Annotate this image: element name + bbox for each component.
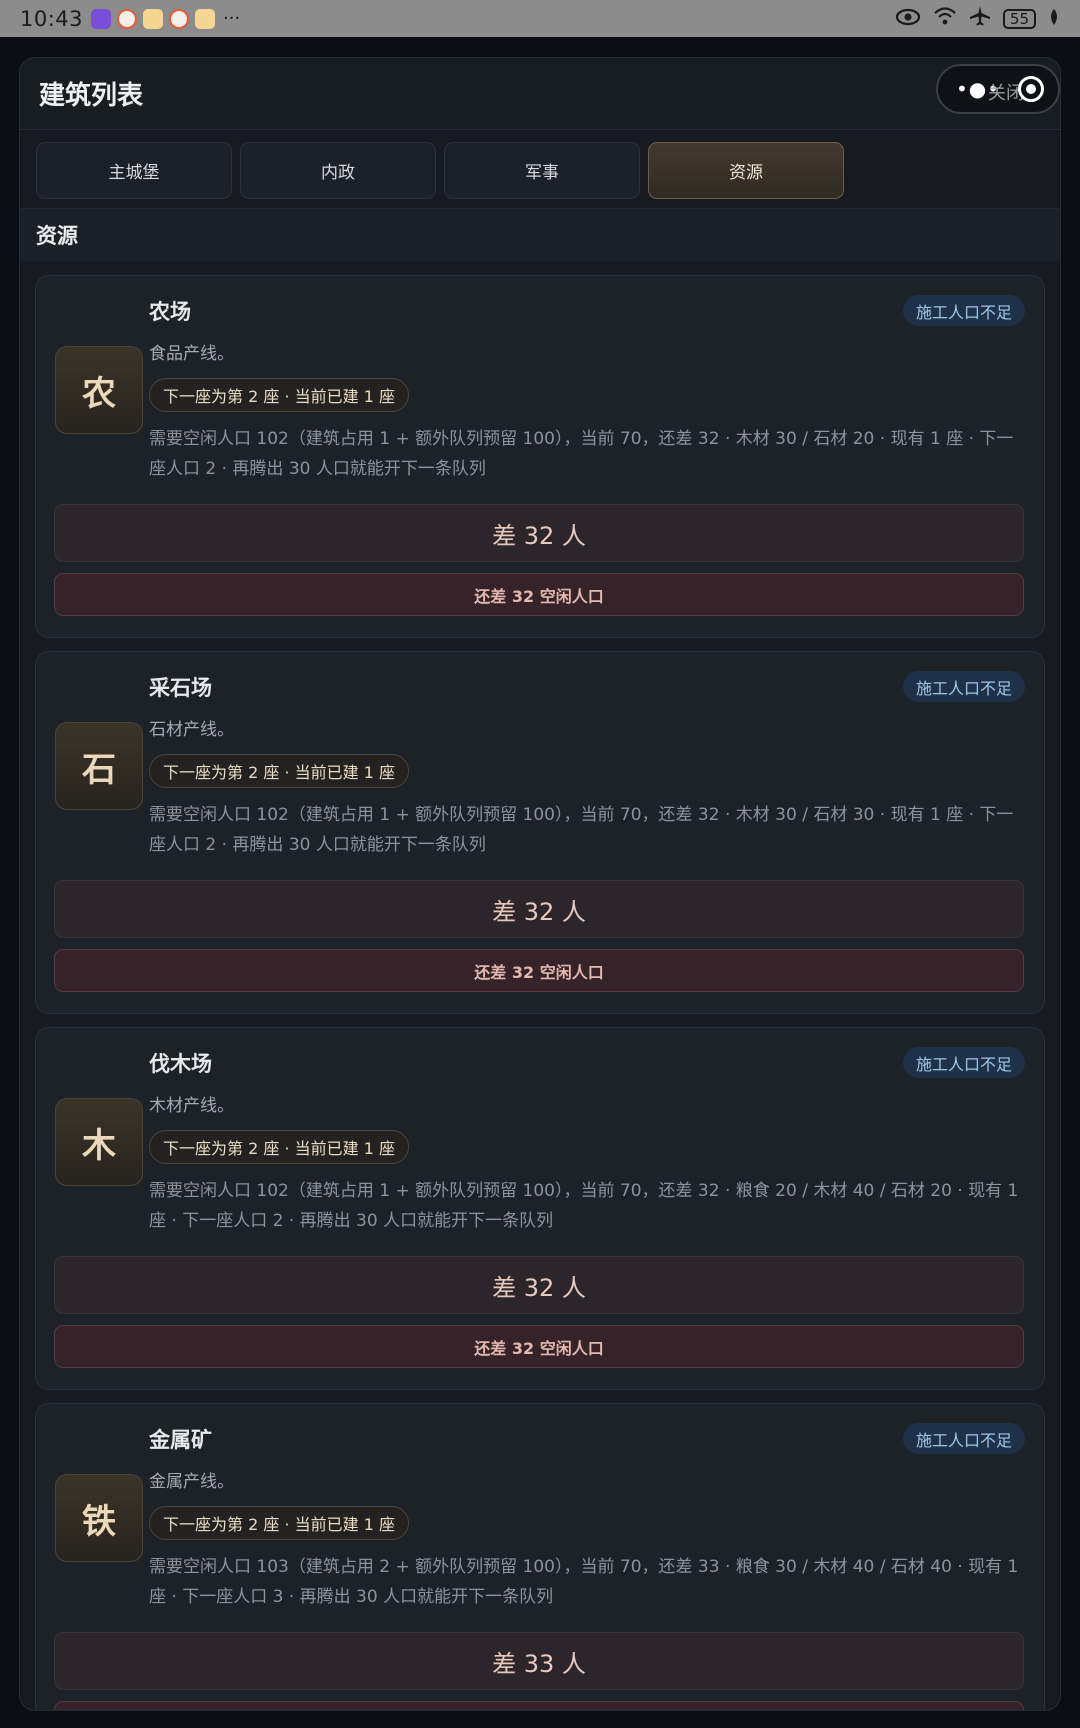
status-badge: 施工人口不足	[902, 295, 1025, 326]
status-badge: 施工人口不足	[902, 671, 1025, 702]
requirement-detail: 需要空闲人口 103（建筑占用 2 + 额外队列预留 100），当前 70，还差…	[149, 1557, 1019, 1607]
farm-icon: 农	[55, 346, 143, 434]
building-name: 采石场	[149, 676, 212, 700]
tab-resources[interactable]: 资源	[648, 142, 844, 199]
tab-civil[interactable]: 内政	[240, 142, 436, 199]
count-pill: 下一座为第 2 座 · 当前已建 1 座	[149, 378, 409, 412]
status-badge: 施工人口不足	[902, 1047, 1025, 1078]
building-description: 石材产线。	[149, 720, 234, 740]
building-name: 金属矿	[149, 1428, 212, 1452]
requirement-detail: 需要空闲人口 102（建筑占用 1 + 额外队列预留 100），当前 70，还差…	[149, 429, 1014, 479]
airplane-mode-icon	[969, 5, 991, 32]
tab-military[interactable]: 军事	[444, 142, 640, 199]
weibo-icon	[169, 8, 190, 29]
building-name: 农场	[149, 300, 191, 324]
count-pill: 下一座为第 2 座 · 当前已建 1 座	[149, 1506, 409, 1540]
building-description: 金属产线。	[149, 1472, 234, 1492]
reader-app-icon	[143, 8, 164, 29]
panel-header: 建筑列表	[20, 58, 1060, 130]
weibo-icon	[117, 8, 138, 29]
reader-app-icon	[195, 8, 216, 29]
build-button[interactable]: 差 32 人	[54, 1256, 1024, 1314]
shortage-warning	[54, 1701, 1024, 1710]
building-cards: 农 农场 施工人口不足 食品产线。 下一座为第 2 座 · 当前已建 1 座 需…	[20, 261, 1060, 1710]
status-badge: 施工人口不足	[902, 1423, 1025, 1454]
building-description: 食品产线。	[149, 344, 234, 364]
leaf-icon	[1048, 7, 1060, 31]
miniprogram-capsule: •●• 关闭	[936, 64, 1060, 114]
page-title: 建筑列表	[39, 81, 144, 111]
requirement-detail: 需要空闲人口 102（建筑占用 1 + 额外队列预留 100），当前 70，还差…	[149, 1181, 1019, 1231]
tab-castle[interactable]: 主城堡	[36, 142, 232, 199]
eye-icon	[895, 7, 921, 31]
building-name: 伐木场	[149, 1052, 212, 1076]
wifi-icon	[933, 6, 957, 31]
building-description: 木材产线。	[149, 1096, 234, 1116]
building-card-lumber-mill: 木 伐木场 施工人口不足 木材产线。 下一座为第 2 座 · 当前已建 1 座 …	[35, 1027, 1045, 1390]
quarry-icon: 石	[55, 722, 143, 810]
build-button[interactable]: 差 32 人	[54, 880, 1024, 938]
building-card-farm: 农 农场 施工人口不足 食品产线。 下一座为第 2 座 · 当前已建 1 座 需…	[35, 275, 1045, 638]
shortage-warning: 还差 32 空闲人口	[54, 949, 1024, 992]
build-button[interactable]: 差 33 人	[54, 1632, 1024, 1690]
build-button[interactable]: 差 32 人	[54, 504, 1024, 562]
requirement-detail: 需要空闲人口 102（建筑占用 1 + 额外队列预留 100），当前 70，还差…	[149, 805, 1014, 855]
building-list-panel: 建筑列表 •●• 关闭 主城堡 内政 军事 资源 资源 农 农场 施工人口不足 …	[19, 57, 1061, 1711]
status-bar: 10:43 ··· 55	[0, 0, 1080, 37]
shortage-warning: 还差 32 空闲人口	[54, 1325, 1024, 1368]
building-card-quarry: 石 采石场 施工人口不足 石材产线。 下一座为第 2 座 · 当前已建 1 座 …	[35, 651, 1045, 1014]
more-notifications-icon: ···	[223, 8, 241, 29]
app-notification-icon	[91, 8, 112, 29]
iron-icon: 铁	[55, 1474, 143, 1562]
notification-icons	[91, 8, 216, 29]
count-pill: 下一座为第 2 座 · 当前已建 1 座	[149, 754, 409, 788]
section-title: 资源	[20, 208, 1060, 261]
shortage-warning: 还差 32 空闲人口	[54, 573, 1024, 616]
battery-indicator: 55	[1002, 8, 1036, 29]
count-pill: 下一座为第 2 座 · 当前已建 1 座	[149, 1130, 409, 1164]
category-tabs: 主城堡 内政 军事 资源	[20, 130, 1060, 208]
close-button[interactable]	[1018, 76, 1044, 102]
building-card-metal-mine: 铁 金属矿 施工人口不足 金属产线。 下一座为第 2 座 · 当前已建 1 座 …	[35, 1403, 1045, 1710]
lumber-icon: 木	[55, 1098, 143, 1186]
clock: 10:43	[20, 6, 84, 31]
